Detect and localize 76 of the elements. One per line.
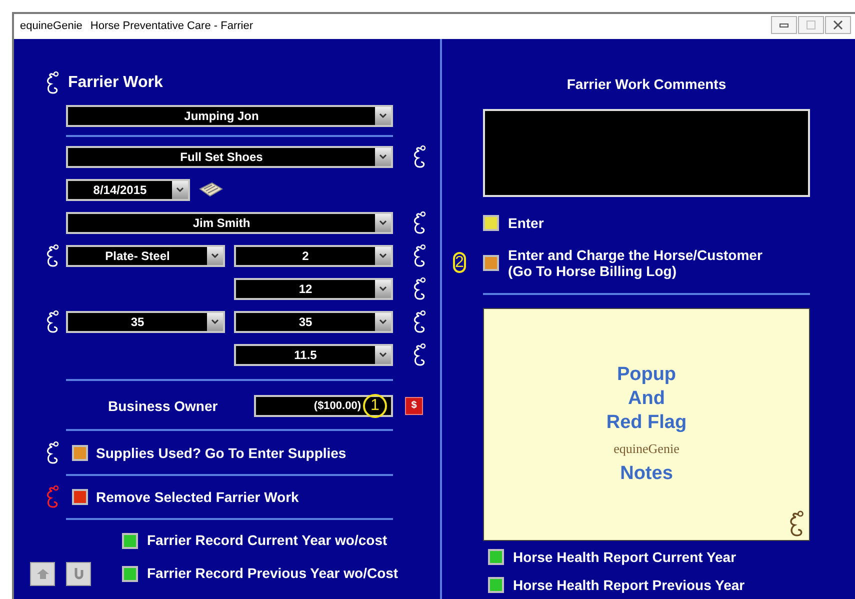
hook-icon[interactable] — [413, 210, 427, 234]
dropdown-field[interactable]: Plate- Steel — [66, 244, 225, 266]
chevron-down-icon — [379, 319, 387, 324]
report-link[interactable]: Horse Health Report Previous Year — [513, 574, 745, 596]
close-icon — [833, 20, 843, 30]
chevron-down-icon — [211, 319, 219, 324]
hook-icon[interactable] — [413, 310, 427, 334]
dropdown-button[interactable] — [207, 246, 223, 264]
dropdown-button[interactable] — [375, 280, 391, 298]
dollar-button[interactable]: $ — [405, 397, 423, 415]
hook-icon[interactable] — [46, 70, 60, 94]
action-label[interactable]: Supplies Used? Go To Enter Supplies — [96, 442, 346, 464]
callout-marker: 1 — [363, 394, 387, 418]
dropdown-button[interactable] — [207, 312, 223, 330]
chevron-down-icon — [379, 352, 387, 357]
chevron-down-icon — [379, 253, 387, 258]
window-control-button[interactable] — [771, 16, 797, 34]
window-control-button[interactable] — [825, 16, 851, 34]
dropdown-field[interactable]: 11.5 — [234, 344, 393, 366]
dropdown-field[interactable]: 35 — [234, 310, 393, 332]
hook-icon[interactable] — [413, 144, 427, 168]
enter-button-label[interactable]: Enter and Charge the Horse/Customer (Go To Horse Billing Log) — [508, 247, 762, 279]
dropdown-field[interactable]: Full Set Shoes — [66, 146, 393, 168]
dropdown-field[interactable]: 12 — [234, 278, 393, 300]
u-turn-icon — [72, 566, 84, 580]
hook-icon[interactable] — [413, 276, 427, 300]
home-button[interactable] — [30, 562, 55, 586]
dropdown-button[interactable] — [375, 312, 391, 330]
notes-panel[interactable]: Popup And Red Flag equineGenie Notes — [483, 308, 810, 541]
dropdown-field[interactable]: 8/14/2015 — [66, 178, 190, 200]
notes-title: Notes — [620, 462, 673, 486]
chevron-down-icon — [211, 253, 219, 258]
hook-icon[interactable] — [46, 441, 60, 465]
business-owner-label: Business Owner — [108, 396, 219, 416]
callout-marker: 2 — [453, 252, 466, 273]
section-heading: Farrier Work Comments — [566, 74, 726, 94]
report-link[interactable]: Farrier Record Previous Year wo/Cost — [147, 563, 398, 584]
app-name: equineGenie — [20, 19, 82, 34]
dropdown-button[interactable] — [375, 214, 391, 232]
dropdown-button[interactable] — [375, 246, 391, 264]
dropdown-button[interactable] — [172, 180, 188, 198]
chevron-down-icon — [379, 286, 387, 291]
action-label[interactable]: Remove Selected Farrier Work — [96, 486, 299, 508]
enter-button-label[interactable]: Enter — [508, 215, 544, 231]
back-button[interactable] — [66, 562, 91, 586]
logo: equineGenie — [614, 440, 680, 458]
chevron-down-icon — [176, 187, 184, 192]
notes-title: And — [628, 386, 665, 411]
square-button[interactable] — [122, 532, 138, 548]
chevron-down-icon — [379, 113, 387, 118]
hook-icon[interactable] — [46, 244, 60, 268]
comments-field[interactable] — [483, 109, 810, 197]
hook-icon[interactable] — [413, 342, 427, 366]
dropdown-field[interactable]: Jim Smith — [66, 212, 393, 234]
section-heading: Farrier Work — [68, 72, 163, 92]
window-title: Horse Preventative Care - Farrier — [90, 19, 253, 34]
chevron-down-icon — [379, 220, 387, 225]
notes-title: Popup — [616, 362, 676, 387]
square-button[interactable] — [122, 566, 138, 582]
dropdown-field[interactable]: 2 — [234, 244, 393, 266]
dropdown-button[interactable] — [375, 346, 391, 364]
hook-icon[interactable] — [413, 244, 427, 268]
hook-icon[interactable] — [789, 510, 805, 538]
dropdown-field[interactable]: 35 — [66, 310, 225, 332]
hook-icon[interactable] — [46, 310, 60, 334]
dropdown-field[interactable]: Jumping Jon — [66, 104, 393, 126]
report-link[interactable]: Farrier Record Current Year wo/cost — [147, 530, 388, 551]
dropdown-button[interactable] — [375, 148, 391, 166]
chevron-down-icon — [379, 154, 387, 159]
dropdown-button[interactable] — [375, 106, 391, 124]
minimize-icon — [779, 22, 789, 28]
notes-title: Red Flag — [606, 410, 687, 435]
amount-field[interactable]: ($100.00) 1 — [254, 395, 393, 417]
notebook-icon[interactable] — [198, 180, 224, 198]
report-link[interactable]: Horse Health Report Current Year — [513, 546, 736, 568]
maximize-icon — [806, 20, 816, 30]
